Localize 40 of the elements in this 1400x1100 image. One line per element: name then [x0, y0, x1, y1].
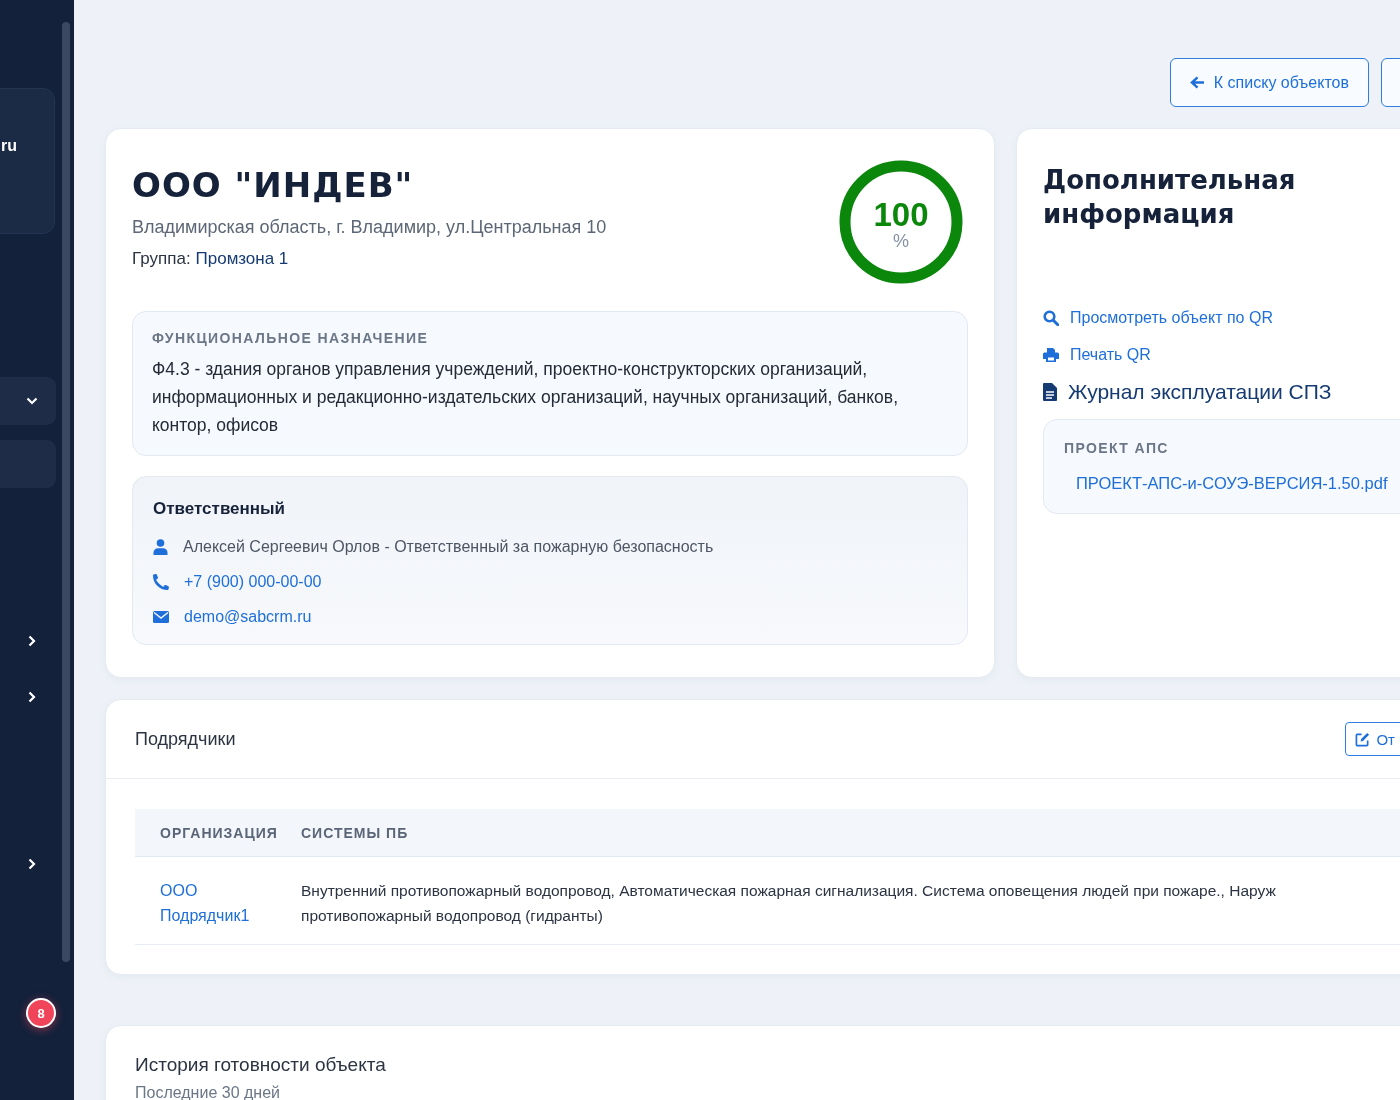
chevron-right-icon[interactable]	[28, 635, 36, 647]
table-cell-text: Внутренний противопожарный водопровод, Автоматическая пожарная сигнализация. Система оповещения людей при пожаре., Наруж противопожарный водопровод (гидранты)	[301, 881, 1277, 926]
additional-link[interactable]: Журнал эксплуатации СПЗ	[1068, 380, 1332, 404]
document-icon	[1043, 383, 1057, 401]
group-label: Группа:	[132, 249, 191, 269]
purpose-text: Ф4.3 - здания органов управления учреждений, проектно-конструкторских организаций, информационных и редакционно-издательских организаций, научных организаций, банков, контор, офисов	[152, 358, 899, 437]
scrollbar-thumb[interactable]	[62, 22, 70, 962]
notification-badge[interactable]: 8	[26, 998, 56, 1028]
responsible-person: Алексей Сергеевич Орлов - Ответственный за пожарную безопасность	[183, 537, 714, 556]
chevron-right-icon[interactable]	[28, 691, 36, 703]
arrow-left-icon	[1189, 76, 1205, 89]
envelope-icon	[153, 610, 169, 623]
user-icon	[153, 538, 168, 555]
chevron-down-icon	[26, 397, 38, 405]
phone-icon	[153, 573, 169, 590]
additional-info-title: Дополнительная информация	[1043, 164, 1297, 231]
project-heading: ПРОЕКТ АПС	[1064, 440, 1170, 456]
object-address: Владимирская область, г. Владимир, ул.Центральная 10	[132, 217, 607, 238]
additional-link[interactable]: Просмотреть объект по QR	[1070, 309, 1273, 327]
user-email: ru	[1, 137, 17, 155]
contractors-title: Подрядчики	[135, 728, 236, 750]
purpose-heading: ФУНКЦИОНАЛЬНОЕ НАЗНАЧЕНИЕ	[152, 330, 430, 346]
project-file-link[interactable]: ПРОЕКТ-АПС-и-СОУЭ-ВЕРСИЯ-1.50.pdf	[1076, 474, 1400, 493]
email-link[interactable]: demo@sabcrm.ru	[184, 607, 312, 626]
object-title: ООО "ИНДЕВ"	[132, 165, 415, 205]
group-link[interactable]: Промзона 1	[195, 249, 289, 269]
column-header: СИСТЕМЫ ПБ	[301, 824, 410, 841]
responsible-heading: Ответственный	[153, 499, 287, 519]
phone-link[interactable]: +7 (900) 000-00-00	[184, 572, 322, 591]
organization-link[interactable]: ООО Подрядчик1	[160, 878, 270, 928]
chevron-right-icon[interactable]	[28, 858, 36, 870]
search-icon	[1043, 310, 1059, 326]
user-card[interactable]: ru	[0, 88, 55, 234]
edit-icon	[1355, 731, 1371, 747]
additional-link[interactable]: Печать QR	[1070, 346, 1151, 364]
column-header: ОРГАНИЗАЦИЯ	[159, 824, 279, 841]
back-to-list-button[interactable]: К списку объектов	[1169, 58, 1369, 107]
printer-icon	[1043, 347, 1059, 363]
edit-button[interactable]: От	[1345, 722, 1400, 756]
history-title: История готовности объекта	[135, 1054, 387, 1076]
